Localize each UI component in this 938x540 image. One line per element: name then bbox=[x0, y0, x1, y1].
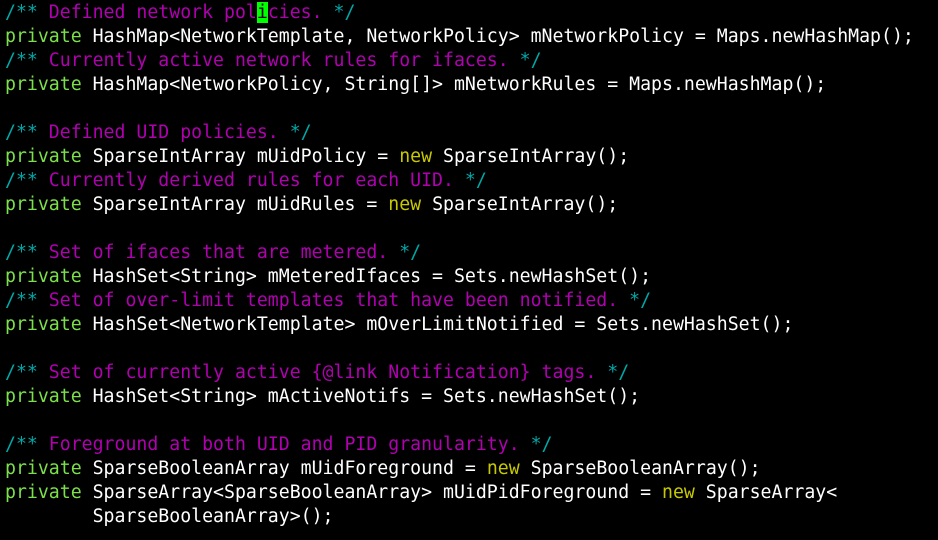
code-line-16: /** Set of currently active {@link Notif… bbox=[5, 361, 938, 385]
comment-text: Defined UID policies. bbox=[37, 122, 279, 143]
keyword-new: new bbox=[388, 194, 422, 215]
comment-text: Set of over-limit templates that have be… bbox=[37, 290, 619, 311]
keyword-private: private bbox=[5, 386, 82, 407]
keyword-private: private bbox=[5, 482, 82, 503]
comment-text: Defined network pol bbox=[37, 2, 257, 23]
code-line-20: private SparseBooleanArray mUidForegroun… bbox=[5, 457, 938, 481]
code-line-11: /** Set of ifaces that are metered. */ bbox=[5, 241, 938, 265]
keyword-private: private bbox=[5, 266, 82, 287]
comment-text: cies. bbox=[267, 2, 323, 23]
code-text: SparseArray<SparseBooleanArray> mUidPidF… bbox=[81, 482, 662, 503]
comment-close: */ bbox=[508, 50, 542, 71]
keyword-private: private bbox=[5, 146, 82, 167]
code-line-1: /** Defined network policies. */ bbox=[5, 1, 938, 25]
comment-open: /** bbox=[5, 170, 38, 191]
code-line-14: private HashSet<NetworkTemplate> mOverLi… bbox=[5, 313, 938, 337]
code-text: SparseBooleanArray(); bbox=[519, 458, 761, 479]
comment-open: /** bbox=[5, 290, 38, 311]
code-line-4: private HashMap<NetworkPolicy, String[]>… bbox=[5, 73, 938, 97]
code-line-8: /** Currently derived rules for each UID… bbox=[5, 169, 938, 193]
code-text: HashSet<String> mActiveNotifs = Sets.new… bbox=[81, 386, 641, 407]
comment-close: */ bbox=[453, 170, 487, 191]
comment-close: */ bbox=[322, 2, 356, 23]
keyword-private: private bbox=[5, 314, 82, 335]
code-text: SparseArray< bbox=[694, 482, 838, 503]
code-line-19: /** Foreground at both UID and PID granu… bbox=[5, 433, 938, 457]
comment-text: Set of ifaces that are metered. bbox=[37, 242, 389, 263]
keyword-new: new bbox=[399, 146, 433, 167]
code-text: SparseBooleanArray>(); bbox=[5, 506, 334, 527]
code-line-17: private HashSet<String> mActiveNotifs = … bbox=[5, 385, 938, 409]
keyword-new: new bbox=[662, 482, 695, 503]
code-text: SparseBooleanArray mUidForeground = bbox=[81, 458, 487, 479]
comment-open: /** bbox=[5, 50, 38, 71]
code-line-13: /** Set of over-limit templates that hav… bbox=[5, 289, 938, 313]
comment-close: */ bbox=[618, 290, 652, 311]
comment-open: /** bbox=[5, 362, 38, 383]
code-text: SparseIntArray mUidRules = bbox=[81, 194, 389, 215]
comment-close: */ bbox=[388, 242, 422, 263]
comment-text: Currently active network rules for iface… bbox=[37, 50, 509, 71]
comment-text: Foreground at both UID and PID granulari… bbox=[37, 434, 520, 455]
code-editor[interactable]: /** Defined network policies. */ private… bbox=[0, 0, 938, 540]
code-line-12: private HashSet<String> mMeteredIfaces =… bbox=[5, 265, 938, 289]
keyword-private: private bbox=[5, 458, 82, 479]
code-line-2: private HashMap<NetworkTemplate, Network… bbox=[5, 25, 938, 49]
comment-text: Currently derived rules for each UID. bbox=[37, 170, 454, 191]
code-line-6: /** Defined UID policies. */ bbox=[5, 121, 938, 145]
comment-open: /** bbox=[5, 434, 38, 455]
comment-close: */ bbox=[278, 122, 312, 143]
keyword-private: private bbox=[5, 74, 82, 95]
code-text: HashSet<String> mMeteredIfaces = Sets.ne… bbox=[81, 266, 652, 287]
keyword-new: new bbox=[486, 458, 520, 479]
code-line-7: private SparseIntArray mUidPolicy = new … bbox=[5, 145, 938, 169]
code-text: SparseIntArray(); bbox=[432, 146, 630, 167]
code-line-22: SparseBooleanArray>(); bbox=[5, 505, 938, 529]
comment-close: */ bbox=[519, 434, 553, 455]
code-line-21: private SparseArray<SparseBooleanArray> … bbox=[5, 481, 938, 505]
code-text: HashSet<NetworkTemplate> mOverLimitNotif… bbox=[81, 314, 794, 335]
comment-text: Set of currently active {@link Notificat… bbox=[37, 362, 597, 383]
comment-open: /** bbox=[5, 242, 38, 263]
code-line-3: /** Currently active network rules for i… bbox=[5, 49, 938, 73]
text-cursor: i bbox=[256, 2, 268, 23]
code-text: SparseIntArray(); bbox=[421, 194, 619, 215]
comment-close: */ bbox=[596, 362, 630, 383]
comment-open: /** bbox=[5, 2, 38, 23]
code-text: HashMap<NetworkPolicy, String[]> mNetwor… bbox=[81, 74, 827, 95]
keyword-private: private bbox=[5, 194, 82, 215]
code-text: HashMap<NetworkTemplate, NetworkPolicy> … bbox=[81, 26, 914, 47]
comment-open: /** bbox=[5, 122, 38, 143]
keyword-private: private bbox=[5, 26, 82, 47]
code-text: SparseIntArray mUidPolicy = bbox=[81, 146, 400, 167]
code-line-9: private SparseIntArray mUidRules = new S… bbox=[5, 193, 938, 217]
